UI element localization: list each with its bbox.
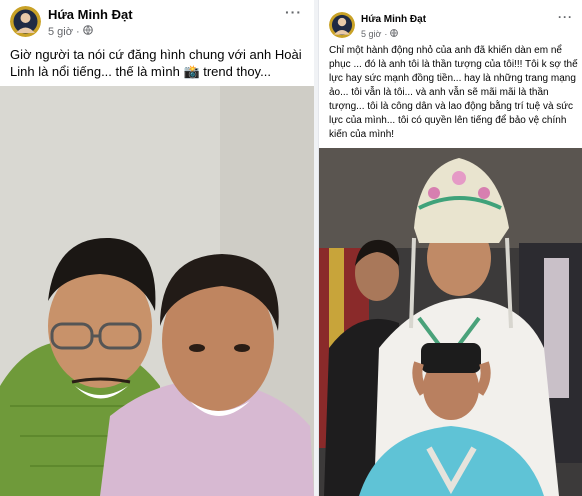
post-header: Hứa Minh Đạt 5 giờ · ···: [319, 0, 582, 44]
costume-backstage-image: [319, 148, 582, 496]
globe-icon: [390, 29, 399, 39]
meta-separator: ·: [384, 29, 388, 39]
meta-separator: ·: [75, 25, 80, 38]
globe-icon: [82, 25, 93, 38]
post-meta: 5 giờ ·: [48, 25, 93, 38]
post-header: Hứa Minh Đạt 5 giờ · ···: [0, 0, 314, 44]
author-avatar[interactable]: [329, 12, 355, 38]
more-options-icon[interactable]: ···: [558, 10, 573, 24]
post-caption: Giờ người ta nói cứ đăng hình chung với …: [10, 47, 302, 79]
more-options-icon[interactable]: ···: [285, 4, 302, 20]
facebook-post-right: Hứa Minh Đạt 5 giờ · ··· Chỉ một hành độ…: [318, 0, 582, 496]
facebook-post-left: Hứa Minh Đạt 5 giờ · ··· Giờ người ta nó…: [0, 0, 314, 496]
post-meta: 5 giờ ·: [361, 29, 399, 39]
author-name[interactable]: Hứa Minh Đạt: [48, 7, 133, 22]
post-time[interactable]: 5 giờ: [361, 29, 381, 39]
post-photo[interactable]: [319, 148, 582, 496]
post-time[interactable]: 5 giờ: [48, 26, 73, 38]
post-caption: Chỉ một hành động nhỏ của anh đã khiến d…: [329, 45, 578, 140]
post-photo[interactable]: [0, 86, 314, 496]
selfie-two-men-image: [0, 86, 314, 496]
author-avatar[interactable]: [10, 6, 41, 37]
author-name[interactable]: Hứa Minh Đạt: [361, 14, 426, 25]
